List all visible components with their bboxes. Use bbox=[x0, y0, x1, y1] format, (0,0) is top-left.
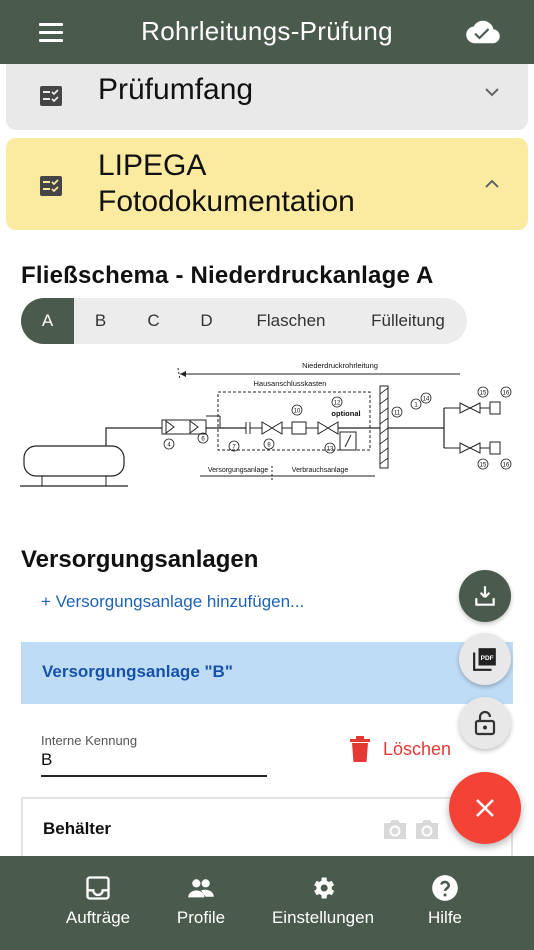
versorgungsanlage-title: Versorgungsanlage "B" bbox=[42, 662, 233, 681]
interne-kennung-field[interactable]: Interne Kennung B bbox=[41, 733, 267, 777]
diagram-number: 10 bbox=[294, 409, 301, 415]
checklist-icon bbox=[40, 176, 62, 196]
tab-d[interactable]: D bbox=[180, 298, 233, 344]
nav-label: Einstellungen bbox=[271, 908, 375, 927]
cloud-done-icon[interactable] bbox=[466, 18, 500, 46]
trash-icon bbox=[350, 736, 370, 762]
tab-c[interactable]: C bbox=[127, 298, 180, 344]
lock-open-icon bbox=[474, 710, 496, 736]
behaelter-card[interactable]: Behälter bbox=[21, 797, 513, 856]
close-icon bbox=[476, 799, 494, 817]
card-title: Behälter bbox=[43, 819, 112, 838]
diagram-number: 14 bbox=[423, 397, 430, 403]
diagram-number: 12 bbox=[334, 401, 341, 407]
diagram-number: 16 bbox=[503, 463, 510, 469]
download-icon bbox=[475, 586, 495, 606]
versorgungsanlage-header[interactable]: Versorgungsanlage "B" bbox=[21, 642, 513, 704]
schema-tabs: A B C D Flaschen Fülleitung bbox=[21, 298, 467, 344]
nav-einstellungen[interactable]: Einstellungen bbox=[264, 856, 382, 950]
diagram-number: 11 bbox=[394, 411, 401, 417]
app-title: Rohrleitungs-Prüfung bbox=[141, 16, 393, 46]
nav-profile[interactable]: Profile bbox=[166, 856, 236, 950]
section-title-versorgungsanlagen: Versorgungsanlagen bbox=[21, 546, 259, 573]
pdf-button[interactable]: PDF bbox=[459, 633, 511, 685]
chevron-down-icon[interactable] bbox=[484, 84, 500, 100]
diagram-label-versorgung: Versorgungsanlage bbox=[208, 467, 268, 474]
panel-title: Prüfumfang bbox=[98, 73, 254, 106]
tab-flaschen[interactable]: Flaschen bbox=[233, 298, 349, 344]
people-icon bbox=[188, 879, 214, 898]
download-button[interactable] bbox=[459, 570, 511, 622]
nav-label: Profile bbox=[176, 908, 226, 927]
tab-b[interactable]: B bbox=[74, 298, 127, 344]
settings-icon bbox=[314, 877, 335, 899]
svg-text:PDF: PDF bbox=[481, 655, 494, 662]
tab-a[interactable]: A bbox=[21, 298, 74, 344]
nav-auftraege[interactable]: Aufträge bbox=[58, 856, 138, 950]
diagram-number: 15 bbox=[480, 391, 487, 397]
inbox-icon bbox=[86, 876, 110, 900]
add-versorgungsanlage-link[interactable]: + Versorgungsanlage hinzufügen... bbox=[41, 592, 304, 612]
help-icon bbox=[432, 875, 458, 901]
camera-icon[interactable] bbox=[413, 817, 441, 841]
field-label: Interne Kennung bbox=[41, 733, 138, 748]
diagram-number: 8 bbox=[267, 443, 271, 449]
camera-icon[interactable] bbox=[381, 817, 409, 841]
nav-label: Hilfe bbox=[427, 908, 462, 927]
tab-fuellleitung[interactable]: Fülleitung bbox=[349, 298, 467, 344]
pdf-icon: PDF bbox=[473, 648, 496, 671]
panel-title-line2: Fotodokumentation bbox=[98, 185, 355, 218]
diagram-label-top: Niederdruckrohrleitung bbox=[302, 361, 378, 370]
panel-title-line1: LIPEGA bbox=[98, 149, 207, 182]
close-button[interactable] bbox=[449, 772, 521, 844]
diagram-number: 13 bbox=[327, 447, 334, 453]
diagram-number: 4 bbox=[167, 443, 171, 449]
field-value[interactable]: B bbox=[41, 750, 267, 770]
diagram-number: 7 bbox=[232, 445, 236, 451]
diagram-number: 6 bbox=[201, 437, 205, 443]
app-bar: Rohrleitungs-Prüfung bbox=[0, 0, 534, 64]
diagram-number: 16 bbox=[503, 391, 510, 397]
content-area: Prüfumfang LIPEGA Fotodokumentation Flie… bbox=[0, 64, 534, 856]
unlock-button[interactable] bbox=[459, 697, 511, 749]
diagram-number: 1 bbox=[414, 403, 418, 409]
schema-title: Fließschema - Niederdruckanlage A bbox=[21, 262, 434, 289]
checklist-icon bbox=[40, 86, 62, 106]
diagram-label-box: Hausanschlusskasten bbox=[254, 379, 327, 388]
nav-hilfe[interactable]: Hilfe bbox=[412, 856, 478, 950]
panel-pruefumfang[interactable]: Prüfumfang bbox=[6, 64, 528, 130]
diagram-number: 15 bbox=[480, 463, 487, 469]
chevron-up-icon[interactable] bbox=[484, 176, 500, 192]
delete-button[interactable]: Löschen bbox=[349, 736, 451, 762]
panel-title: LIPEGA Fotodokumentation bbox=[98, 148, 355, 220]
panel-lipega-fotodokumentation[interactable]: LIPEGA Fotodokumentation bbox=[6, 138, 528, 230]
delete-label: Löschen bbox=[383, 738, 452, 759]
diagram-label-verbrauch: Verbrauchsanlage bbox=[292, 467, 349, 474]
bottom-navigation: Aufträge Profile Einstellungen Hilfe bbox=[0, 856, 534, 950]
nav-label: Aufträge bbox=[65, 908, 131, 927]
diagram-label-optional: optional bbox=[331, 409, 360, 418]
flow-schema-diagram: Niederdruckrohrleitung Hausanschlusskast… bbox=[20, 361, 512, 487]
